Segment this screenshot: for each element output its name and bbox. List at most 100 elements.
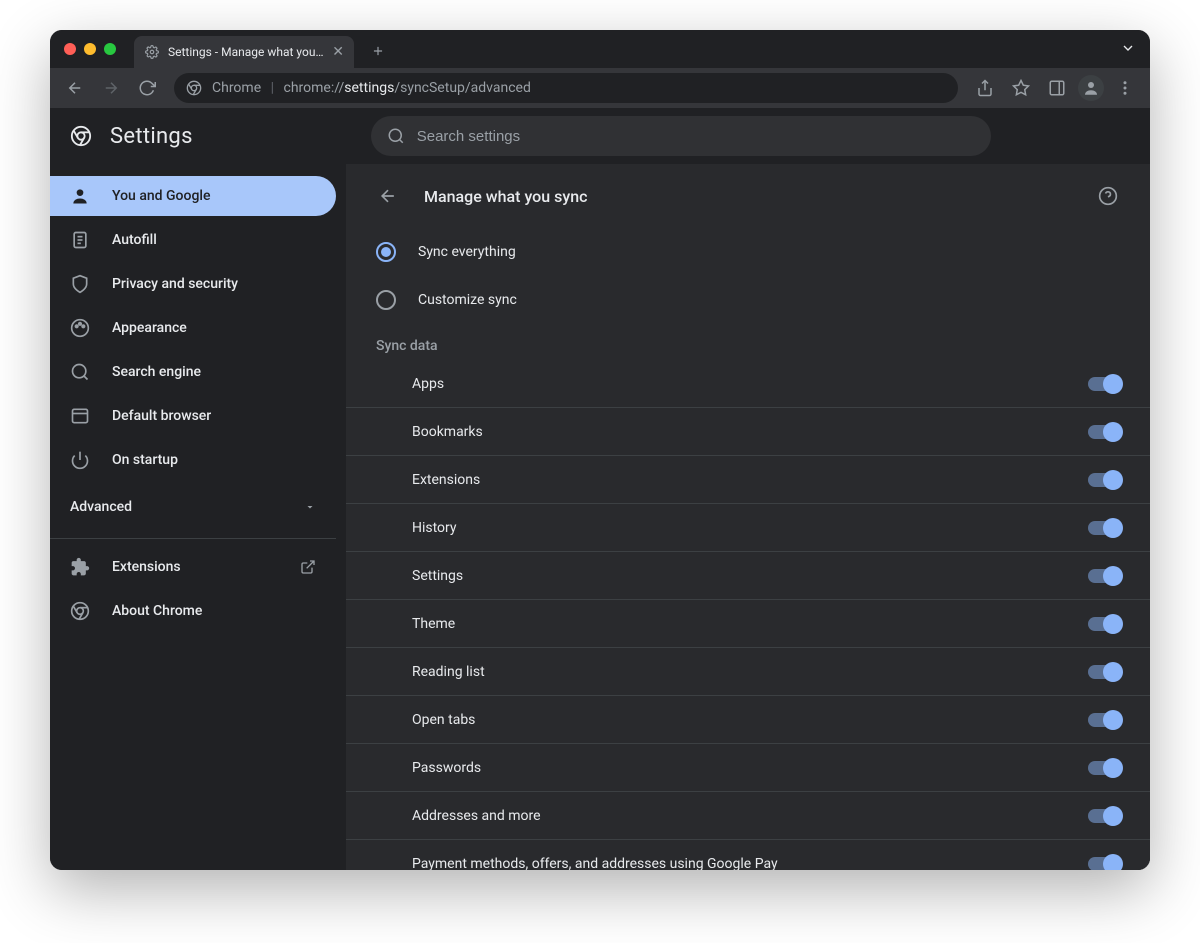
sync-row: Bookmarks bbox=[346, 408, 1150, 456]
url-scheme: chrome:// bbox=[284, 80, 345, 96]
sync-toggle[interactable] bbox=[1088, 377, 1120, 391]
share-button[interactable] bbox=[970, 73, 1000, 103]
sync-row-label: Payment methods, offers, and addresses u… bbox=[412, 856, 778, 870]
window-close-button[interactable] bbox=[64, 43, 76, 55]
puzzle-icon bbox=[70, 557, 90, 577]
sync-row: Settings bbox=[346, 552, 1150, 600]
reload-button[interactable] bbox=[132, 73, 162, 103]
chrome-icon bbox=[186, 80, 202, 96]
window-zoom-button[interactable] bbox=[104, 43, 116, 55]
url-path: /syncSetup/advanced bbox=[394, 80, 531, 96]
url-prefix: Chrome bbox=[212, 80, 261, 96]
browser-tab[interactable]: Settings - Manage what you sy ✕ bbox=[134, 36, 354, 68]
browser-window: Settings - Manage what you sy ✕ Chrome | bbox=[50, 30, 1150, 870]
sidebar-item-default-browser[interactable]: Default browser bbox=[50, 396, 336, 436]
sync-toggle[interactable] bbox=[1088, 425, 1120, 439]
sync-toggle[interactable] bbox=[1088, 665, 1120, 679]
sync-toggle[interactable] bbox=[1088, 761, 1120, 775]
main-panel: Manage what you sync Sync everything Cus… bbox=[346, 164, 1150, 870]
sidebar-item-autofill[interactable]: Autofill bbox=[50, 220, 336, 260]
panel-back-button[interactable] bbox=[370, 178, 406, 214]
radio-icon bbox=[376, 242, 396, 262]
sync-toggle[interactable] bbox=[1088, 857, 1120, 870]
sync-row-label: Bookmarks bbox=[412, 424, 483, 440]
radio-customize-sync[interactable]: Customize sync bbox=[376, 276, 1120, 324]
sync-toggle[interactable] bbox=[1088, 617, 1120, 631]
sidebar-item-privacy[interactable]: Privacy and security bbox=[50, 264, 336, 304]
search-icon bbox=[387, 127, 405, 145]
new-tab-button[interactable] bbox=[364, 37, 392, 65]
settings-app: Settings You and Google bbox=[50, 108, 1150, 870]
sidebar-item-label: On startup bbox=[112, 452, 178, 468]
sidebar-item-extensions[interactable]: Extensions bbox=[50, 547, 336, 587]
chrome-icon bbox=[70, 601, 90, 621]
sidebar-item-label: Privacy and security bbox=[112, 276, 238, 292]
tab-list-button[interactable] bbox=[1120, 40, 1136, 56]
sidebar-item-appearance[interactable]: Appearance bbox=[50, 308, 336, 348]
sync-row: Reading list bbox=[346, 648, 1150, 696]
sidebar-item-label: Search engine bbox=[112, 364, 201, 380]
settings-search-input[interactable] bbox=[417, 128, 975, 145]
app-header: Settings bbox=[50, 108, 1150, 164]
sync-data-heading: Sync data bbox=[346, 338, 1150, 354]
sidebar-item-about[interactable]: About Chrome bbox=[50, 591, 336, 631]
sync-row-label: History bbox=[412, 520, 457, 536]
browser-icon bbox=[70, 406, 90, 426]
radio-icon bbox=[376, 290, 396, 310]
sync-row: Passwords bbox=[346, 744, 1150, 792]
side-panel-button[interactable] bbox=[1042, 73, 1072, 103]
sync-row: Theme bbox=[346, 600, 1150, 648]
sidebar: You and Google Autofill Privacy and secu… bbox=[50, 164, 346, 870]
panel-header: Manage what you sync bbox=[346, 164, 1150, 228]
window-controls bbox=[64, 43, 116, 55]
sidebar-item-label: Extensions bbox=[112, 559, 181, 575]
sidebar-item-label: About Chrome bbox=[112, 603, 202, 619]
radio-label: Sync everything bbox=[418, 244, 516, 260]
sync-toggle[interactable] bbox=[1088, 521, 1120, 535]
radio-sync-everything[interactable]: Sync everything bbox=[376, 228, 1120, 276]
address-bar[interactable]: Chrome | chrome://settings/syncSetup/adv… bbox=[174, 73, 958, 103]
sync-toggle[interactable] bbox=[1088, 473, 1120, 487]
tab-title: Settings - Manage what you sy bbox=[168, 45, 324, 59]
forward-button[interactable] bbox=[96, 73, 126, 103]
app-title: Settings bbox=[110, 124, 193, 149]
sync-row-label: Extensions bbox=[412, 472, 480, 488]
url-separator: | bbox=[271, 80, 274, 96]
search-icon bbox=[70, 362, 90, 382]
sync-row-label: Reading list bbox=[412, 664, 485, 680]
power-icon bbox=[70, 450, 90, 470]
bookmark-button[interactable] bbox=[1006, 73, 1036, 103]
window-minimize-button[interactable] bbox=[84, 43, 96, 55]
sidebar-item-on-startup[interactable]: On startup bbox=[50, 440, 336, 480]
sync-row: History bbox=[346, 504, 1150, 552]
sync-row: Payment methods, offers, and addresses u… bbox=[346, 840, 1150, 870]
external-link-icon bbox=[300, 559, 316, 575]
back-button[interactable] bbox=[60, 73, 90, 103]
sidebar-item-search-engine[interactable]: Search engine bbox=[50, 352, 336, 392]
toolbar-right bbox=[970, 73, 1140, 103]
panel-title: Manage what you sync bbox=[424, 187, 587, 206]
titlebar: Settings - Manage what you sy ✕ bbox=[50, 30, 1150, 68]
sync-items-list: Apps Bookmarks Extensions History Settings Th… bbox=[346, 360, 1150, 870]
close-tab-button[interactable]: ✕ bbox=[332, 44, 344, 60]
sidebar-item-label: Appearance bbox=[112, 320, 187, 336]
profile-avatar[interactable] bbox=[1078, 75, 1104, 101]
sidebar-item-you-and-google[interactable]: You and Google bbox=[50, 176, 336, 216]
sync-row-label: Passwords bbox=[412, 760, 481, 776]
sync-mode-section: Sync everything Customize sync bbox=[346, 228, 1150, 324]
sync-row-label: Settings bbox=[412, 568, 463, 584]
shield-icon bbox=[70, 274, 90, 294]
sidebar-advanced-toggle[interactable]: Advanced bbox=[50, 484, 336, 530]
advanced-label: Advanced bbox=[70, 499, 132, 515]
sync-toggle[interactable] bbox=[1088, 809, 1120, 823]
sync-row: Addresses and more bbox=[346, 792, 1150, 840]
sync-toggle[interactable] bbox=[1088, 569, 1120, 583]
sync-row-label: Addresses and more bbox=[412, 808, 541, 824]
browser-toolbar: Chrome | chrome://settings/syncSetup/adv… bbox=[50, 68, 1150, 108]
sidebar-item-label: Autofill bbox=[112, 232, 157, 248]
settings-search[interactable] bbox=[371, 116, 991, 156]
chrome-menu-button[interactable] bbox=[1110, 73, 1140, 103]
sync-row: Apps bbox=[346, 360, 1150, 408]
sync-toggle[interactable] bbox=[1088, 713, 1120, 727]
help-button[interactable] bbox=[1090, 178, 1126, 214]
